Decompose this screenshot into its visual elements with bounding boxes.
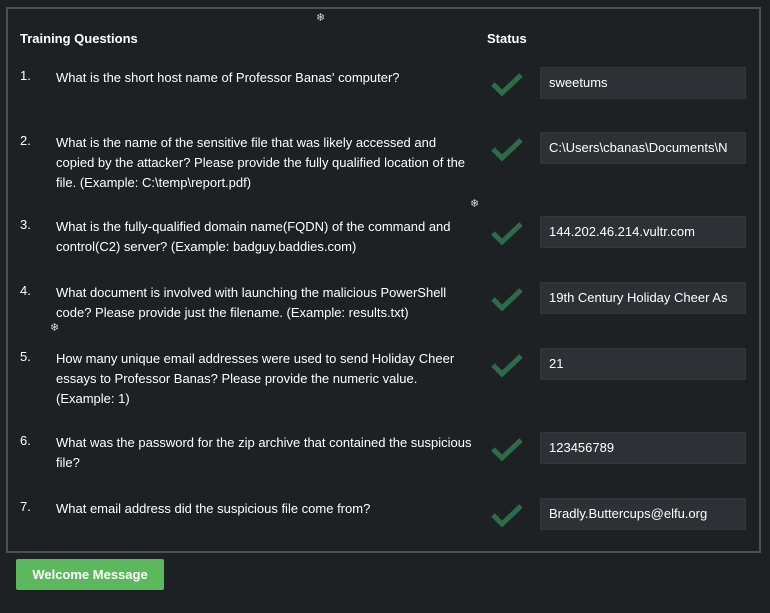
- check-icon: [491, 354, 523, 377]
- question-number: 4.: [20, 283, 31, 298]
- answer-input-3[interactable]: 144.202.46.214.vultr.com: [540, 216, 746, 248]
- check-icon: [491, 438, 523, 461]
- question-text: What is the short host name of Professor…: [56, 70, 400, 85]
- question-number: 1.: [20, 68, 31, 83]
- question-text: What was the password for the zip archiv…: [56, 435, 472, 470]
- check-icon: [491, 222, 523, 245]
- snowflake-icon: ❄: [470, 198, 480, 210]
- answer-input-5[interactable]: 21: [540, 348, 746, 380]
- snowflake-icon: ❄: [316, 12, 326, 24]
- check-icon: [491, 288, 523, 311]
- question-number: 7.: [20, 499, 31, 514]
- question-text: What email address did the suspicious fi…: [56, 501, 371, 516]
- question-text: What is the name of the sensitive file t…: [56, 135, 466, 190]
- question-text: What is the fully-qualified domain name(…: [56, 219, 451, 254]
- answer-input-2[interactable]: C:\Users\cbanas\Documents\N: [540, 132, 746, 164]
- question-number: 3.: [20, 217, 31, 232]
- training-questions-panel: Training Questions Status 1. What is the…: [6, 7, 761, 553]
- answer-input-4[interactable]: 19th Century Holiday Cheer As: [540, 282, 746, 314]
- answer-input-1[interactable]: sweetums: [540, 67, 746, 99]
- question-number: 6.: [20, 433, 31, 448]
- question-number: 2.: [20, 133, 31, 148]
- question-text: What document is involved with launching…: [56, 285, 447, 320]
- questions-header: Training Questions: [20, 31, 138, 46]
- question-number: 5.: [20, 349, 31, 364]
- snowflake-icon: ❄: [50, 322, 60, 334]
- status-header: Status: [487, 31, 527, 46]
- answer-input-6[interactable]: 123456789: [540, 432, 746, 464]
- answer-input-7[interactable]: Bradly.Buttercups@elfu.org: [540, 498, 746, 530]
- welcome-message-button[interactable]: Welcome Message: [16, 559, 164, 590]
- check-icon: [491, 504, 523, 527]
- check-icon: [491, 73, 523, 96]
- check-icon: [491, 138, 523, 161]
- question-text: How many unique email addresses were use…: [56, 351, 455, 406]
